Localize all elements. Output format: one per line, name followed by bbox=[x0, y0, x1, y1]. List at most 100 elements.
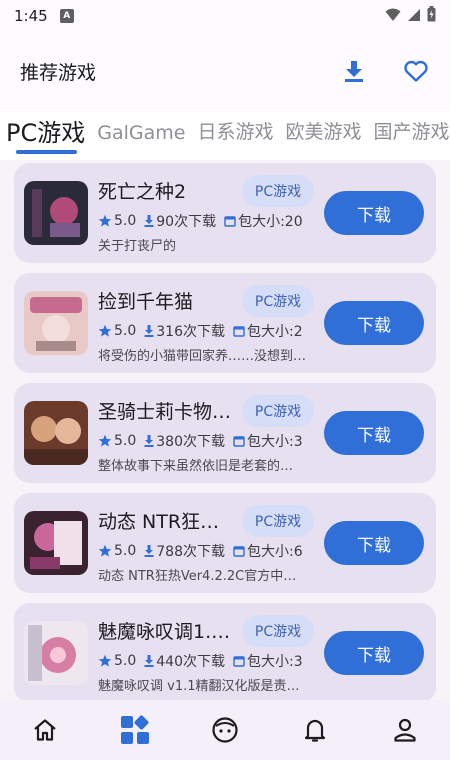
game-title: 圣骑士莉卡物… bbox=[98, 401, 232, 423]
page-title: 推荐游戏 bbox=[20, 61, 97, 84]
package-size: 包大小:3… bbox=[233, 651, 302, 671]
rating: 5.0 bbox=[98, 653, 136, 669]
status-time: 1:45 bbox=[14, 7, 48, 25]
game-thumbnail bbox=[24, 621, 88, 685]
download-button[interactable]: 下载 bbox=[324, 521, 424, 565]
game-stats: 5.0 90次下载 包大小:20G bbox=[98, 211, 310, 231]
battery-icon bbox=[427, 6, 436, 26]
game-description: 将受伤的小猫带回家养……没想到… bbox=[98, 349, 307, 364]
rating: 5.0 bbox=[98, 213, 136, 229]
game-thumbnail bbox=[24, 401, 88, 465]
app-bar-actions bbox=[340, 57, 430, 85]
download-small-icon bbox=[144, 545, 154, 557]
package-size-text: 包大小:6… bbox=[247, 544, 302, 560]
game-card[interactable]: 动态 NTR狂热… PC游戏 5.0 788次下载 包大小:6… 动态 NTR狂… bbox=[14, 493, 436, 593]
category-tag: PC游戏 bbox=[242, 395, 314, 427]
download-button[interactable]: 下载 bbox=[324, 301, 424, 345]
nav-notifications[interactable] bbox=[285, 700, 345, 760]
rating-value: 5.0 bbox=[114, 323, 137, 339]
package-size: 包大小:6… bbox=[233, 541, 302, 561]
nav-face[interactable] bbox=[195, 700, 255, 760]
game-stats: 5.0 380次下载 包大小:3… bbox=[98, 431, 310, 451]
tab-chinese-games[interactable]: 国产游戏 bbox=[373, 117, 449, 156]
download-small-icon bbox=[144, 435, 154, 447]
package-size-text: 包大小:2… bbox=[247, 324, 302, 340]
game-stats: 5.0 316次下载 包大小:2… bbox=[98, 321, 310, 341]
face-icon bbox=[212, 717, 238, 743]
package-size: 包大小:3… bbox=[233, 431, 302, 451]
game-description: 魅魔咏叹调 v1.1精翻汉化版是责… bbox=[98, 679, 300, 694]
download-count: 440次下载 bbox=[144, 651, 225, 671]
package-size: 包大小:2… bbox=[233, 321, 302, 341]
game-title: 动态 NTR狂热… bbox=[98, 511, 238, 533]
game-description: 关于打丧尸的 bbox=[98, 239, 177, 254]
nav-apps[interactable] bbox=[105, 700, 165, 760]
star-icon bbox=[98, 434, 112, 447]
nav-profile[interactable] bbox=[375, 700, 435, 760]
download-button[interactable]: 下载 bbox=[324, 631, 424, 675]
game-card[interactable]: 死亡之种2 PC游戏 5.0 90次下载 包大小:20G 关于打丧尸的 下载 bbox=[14, 163, 436, 263]
package-size-text: 包大小:3… bbox=[247, 654, 302, 670]
download-small-icon bbox=[144, 325, 154, 337]
game-stats: 5.0 788次下载 包大小:6… bbox=[98, 541, 310, 561]
game-card[interactable]: 捡到千年猫 PC游戏 5.0 316次下载 包大小:2… 将受伤的小猫带回家养…… bbox=[14, 273, 436, 373]
bottom-nav bbox=[0, 700, 450, 760]
download-count-text: 440次下载 bbox=[156, 654, 225, 670]
person-icon bbox=[394, 718, 416, 742]
game-list: 死亡之种2 PC游戏 5.0 90次下载 包大小:20G 关于打丧尸的 下载 捡… bbox=[0, 160, 450, 700]
download-count: 316次下载 bbox=[144, 321, 225, 341]
download-count: 788次下载 bbox=[144, 541, 225, 561]
game-title: 死亡之种2 bbox=[98, 181, 187, 203]
calendar-icon bbox=[224, 216, 236, 227]
download-small-icon bbox=[144, 215, 154, 227]
tab-galgame[interactable]: GalGame bbox=[97, 122, 185, 156]
signal-icon bbox=[407, 7, 421, 26]
game-description: 整体故事下来虽然依旧是老套的… bbox=[98, 459, 294, 474]
calendar-icon bbox=[233, 326, 245, 337]
game-thumbnail bbox=[24, 511, 88, 575]
game-title: 捡到千年猫 bbox=[98, 291, 194, 313]
app-bar: 推荐游戏 bbox=[0, 32, 450, 110]
download-count: 90次下载 bbox=[144, 211, 216, 231]
calendar-icon bbox=[233, 656, 245, 667]
nav-home[interactable] bbox=[15, 700, 75, 760]
rating: 5.0 bbox=[98, 323, 136, 339]
category-tag: PC游戏 bbox=[242, 175, 314, 207]
rating: 5.0 bbox=[98, 433, 136, 449]
tab-western-games[interactable]: 欧美游戏 bbox=[285, 117, 361, 156]
rating-value: 5.0 bbox=[114, 653, 137, 669]
download-count: 380次下载 bbox=[144, 431, 225, 451]
game-title: 魅魔咏叹调1.… bbox=[98, 621, 231, 643]
calendar-icon bbox=[233, 546, 245, 557]
rating: 5.0 bbox=[98, 543, 136, 559]
bell-icon bbox=[304, 719, 326, 742]
heart-icon[interactable] bbox=[402, 57, 430, 85]
download-button[interactable]: 下载 bbox=[324, 411, 424, 455]
star-icon bbox=[98, 544, 112, 557]
game-stats: 5.0 440次下载 包大小:3… bbox=[98, 651, 310, 671]
download-button[interactable]: 下载 bbox=[324, 191, 424, 235]
package-size-text: 包大小:20G bbox=[238, 214, 302, 230]
app-notification-icon: A bbox=[59, 9, 74, 23]
tab-japanese-games[interactable]: 日系游戏 bbox=[197, 117, 273, 156]
download-count-text: 788次下载 bbox=[156, 544, 225, 560]
status-icons bbox=[385, 6, 436, 26]
download-count-text: 316次下载 bbox=[156, 324, 225, 340]
category-tag: PC游戏 bbox=[242, 285, 314, 317]
game-card[interactable]: 圣骑士莉卡物… PC游戏 5.0 380次下载 包大小:3… 整体故事下来虽然依… bbox=[14, 383, 436, 483]
download-small-icon bbox=[144, 655, 154, 667]
home-icon bbox=[34, 719, 56, 741]
status-bar: 1:45 A bbox=[0, 0, 450, 32]
apps-icon bbox=[121, 715, 149, 744]
game-card[interactable]: 魅魔咏叹调1.… PC游戏 5.0 440次下载 包大小:3… 魅魔咏叹调 v1… bbox=[14, 603, 436, 700]
category-tag: PC游戏 bbox=[242, 505, 314, 537]
rating-value: 5.0 bbox=[114, 213, 137, 229]
download-count-text: 380次下载 bbox=[156, 434, 225, 450]
package-size-text: 包大小:3… bbox=[247, 434, 302, 450]
download-count-text: 90次下载 bbox=[156, 214, 217, 230]
category-tag: PC游戏 bbox=[242, 615, 314, 647]
download-icon[interactable] bbox=[340, 57, 368, 85]
calendar-icon bbox=[233, 436, 245, 447]
tab-pc-games[interactable]: PC游戏 bbox=[6, 113, 85, 156]
star-icon bbox=[98, 654, 112, 667]
